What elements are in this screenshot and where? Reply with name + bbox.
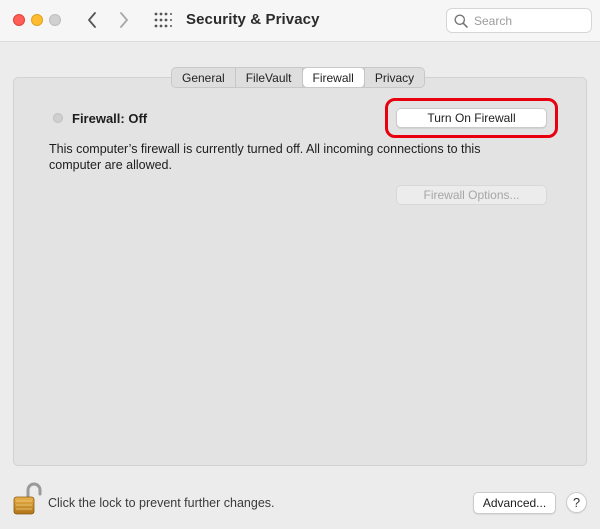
status-dot-icon (53, 113, 63, 123)
forward-button[interactable] (114, 9, 134, 31)
tab-filevault[interactable]: FileVault (235, 68, 303, 87)
grid-icon[interactable] (154, 12, 172, 28)
lock-open-icon[interactable] (12, 482, 42, 516)
search-icon (454, 14, 468, 28)
back-chevron-icon (88, 12, 96, 28)
preferences-window: Security & Privacy General FileVault Fir… (0, 0, 600, 529)
firewall-options-button[interactable]: Firewall Options... (396, 185, 547, 205)
firewall-status-label: Firewall: Off (72, 111, 148, 126)
title-bar: Security & Privacy (0, 0, 600, 42)
search-field[interactable] (446, 8, 592, 33)
help-button[interactable]: ? (566, 492, 587, 513)
back-button[interactable] (82, 9, 102, 31)
tab-firewall[interactable]: Firewall (302, 68, 365, 87)
search-input[interactable] (474, 13, 584, 28)
firewall-description: This computer’s firewall is currently tu… (49, 142, 481, 172)
tab-general[interactable]: General (172, 68, 236, 87)
tab-bar: General FileVault Firewall Privacy (171, 67, 426, 88)
minimize-button[interactable] (31, 14, 43, 26)
forward-chevron-icon (120, 12, 128, 28)
zoom-button[interactable] (49, 14, 61, 26)
close-button[interactable] (13, 14, 25, 26)
turn-on-firewall-button[interactable]: Turn On Firewall (396, 108, 547, 128)
tab-privacy[interactable]: Privacy (364, 68, 425, 87)
window-title: Security & Privacy (186, 11, 320, 28)
advanced-button[interactable]: Advanced... (473, 492, 556, 514)
lock-instruction-text: Click the lock to prevent further change… (48, 496, 275, 510)
